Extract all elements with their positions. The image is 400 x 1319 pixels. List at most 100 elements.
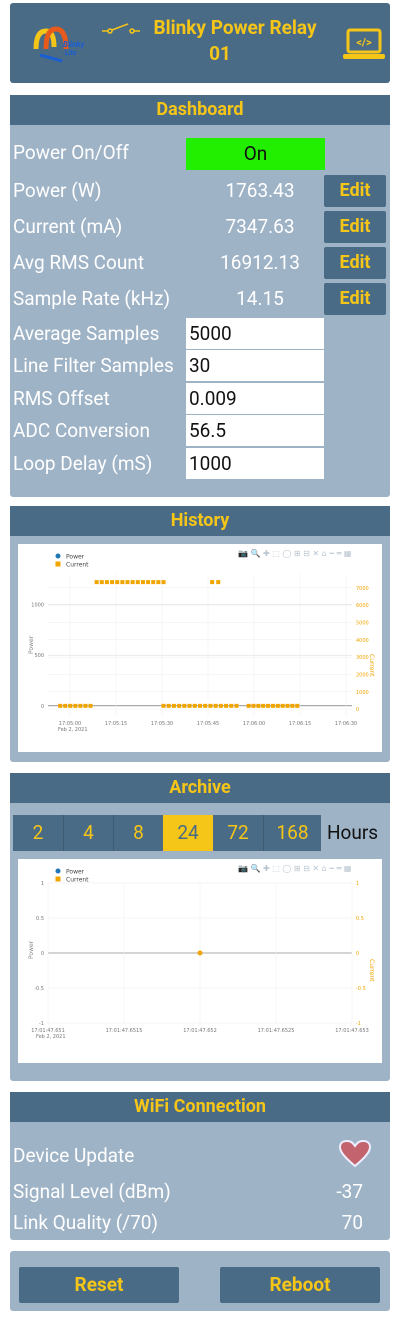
history-point: [251, 703, 256, 708]
history-point: [256, 703, 261, 708]
archive-points: [197, 950, 203, 956]
svg-text:📷 🔍 ✚ ⬚ ◯ ⊞ ⊟ ✕ ⌂ ┅ ═ ▦: 📷 🔍 ✚ ⬚ ◯ ⊞ ⊟ ✕ ⌂ ┅ ═ ▦: [238, 548, 352, 558]
wifi-label: Link Quality (/70): [13, 1211, 159, 1234]
hour-button-8[interactable]: 8: [113, 815, 163, 851]
archive-chart[interactable]: 📷 🔍 ✚ ⬚ ◯ ⊞ ⊟ ✕ ⌂ ┅ ═ ▦ Power Current -1…: [18, 859, 382, 1063]
history-point: [229, 703, 234, 708]
history-point: [177, 703, 182, 708]
wifi-label: Signal Level (dBm): [13, 1180, 171, 1203]
history-point: [171, 703, 176, 708]
history-point: [290, 703, 295, 708]
edit-power-button[interactable]: Edit: [324, 175, 386, 207]
dashboard-panel: Dashboard Power On/Off On Power (W) 1763…: [10, 95, 390, 497]
chart-toolbar[interactable]: 📷 🔍 ✚ ⬚ ◯ ⊞ ⊟ ✕ ⌂ ┅ ═ ▦: [238, 863, 352, 873]
hour-button-24[interactable]: 24: [163, 815, 213, 851]
history-point: [140, 580, 145, 585]
adc-conversion-input[interactable]: [186, 415, 324, 446]
history-point: [208, 703, 213, 708]
readout-value: 1763.43: [225, 179, 295, 202]
average-samples-input[interactable]: [186, 318, 324, 349]
x-tick-label: 17:06:00: [243, 721, 265, 727]
loop-delay-input[interactable]: [186, 448, 324, 479]
x-tick-label: 17:01:47.6515: [106, 1028, 143, 1034]
history-point: [125, 580, 130, 585]
input-label: Line Filter Samples: [13, 354, 174, 377]
readout-row-avg-rms: Avg RMS Count 16912.13 Edit: [10, 247, 390, 279]
history-y-label: Power: [28, 635, 35, 654]
power-toggle-label: Power On/Off: [13, 141, 129, 164]
history-point: [161, 703, 166, 708]
hour-button-72[interactable]: 72: [213, 815, 263, 851]
history-point: [73, 703, 78, 708]
readout-row-current: Current (mA) 7347.63 Edit: [10, 211, 390, 243]
x-tick-label: 17:06:15: [289, 721, 311, 727]
hour-button-4[interactable]: 4: [63, 815, 113, 851]
history-point: [135, 580, 140, 585]
history-point: [78, 703, 83, 708]
chart-toolbar[interactable]: 📷 🔍 ✚ ⬚ ◯ ⊞ ⊟ ✕ ⌂ ┅ ═ ▦: [238, 548, 352, 558]
history-point: [275, 703, 280, 708]
history-chart[interactable]: 📷 🔍 ✚ ⬚ ◯ ⊞ ⊟ ✕ ⌂ ┅ ═ ▦ Power Current 0 5…: [18, 544, 382, 752]
archive-panel: Archive 2 4 8 24 72 168 Hours 📷 🔍 ✚ ⬚ ◯ …: [10, 773, 390, 1081]
wifi-row-signal-level: Signal Level (dBm) -37: [13, 1180, 385, 1203]
svg-text:📷 🔍 ✚ ⬚ ◯ ⊞ ⊟ ✕ ⌂ ┅ ═ ▦: 📷 🔍 ✚ ⬚ ◯ ⊞ ⊟ ✕ ⌂ ┅ ═ ▦: [238, 863, 352, 873]
line-filter-samples-input[interactable]: [186, 350, 324, 381]
title-line-1: Blinky Power Relay: [153, 16, 317, 39]
legend-power-marker: [55, 868, 61, 874]
heart-icon: [339, 1140, 371, 1168]
x-tick-label: Feb 2, 2021: [36, 1034, 66, 1040]
wifi-row-device-update: Device Update: [13, 1140, 385, 1168]
input-label: Loop Delay (mS): [13, 452, 153, 475]
y2-tick-label: -0.5: [356, 986, 366, 992]
reset-button[interactable]: Reset: [19, 1267, 179, 1303]
edit-current-button[interactable]: Edit: [324, 211, 386, 243]
svg-text:</>: </>: [356, 36, 372, 49]
readout-label: Avg RMS Count: [13, 251, 145, 274]
hour-button-2[interactable]: 2: [13, 815, 63, 851]
archive-title: Archive: [10, 773, 390, 803]
link-quality-value: 70: [341, 1211, 363, 1234]
legend-power-label: Power: [66, 554, 85, 561]
y-tick-label: 1: [41, 881, 44, 887]
history-point: [266, 703, 271, 708]
actions-panel: Reset Reboot: [10, 1251, 390, 1311]
input-row-rms-offset: RMS Offset: [10, 383, 390, 415]
hour-button-168[interactable]: 168: [263, 815, 321, 851]
y-tick-label: 0.5: [36, 916, 44, 922]
x-tick-label: 17:01:47.653: [335, 1028, 369, 1034]
y-tick-label: 0: [41, 704, 44, 710]
history-point: [88, 703, 93, 708]
reboot-button[interactable]: Reboot: [220, 1267, 380, 1303]
history-point: [261, 703, 266, 708]
rms-offset-input[interactable]: [186, 383, 324, 414]
edit-sample-rate-button[interactable]: Edit: [324, 283, 386, 315]
y-tick-label: 1000: [31, 602, 44, 608]
signal-level-value: -37: [336, 1180, 363, 1203]
page-title: Blinky Power Relay 01: [102, 15, 338, 67]
history-point: [182, 703, 187, 708]
readout-label: Power (W): [13, 179, 102, 202]
history-point: [151, 580, 156, 585]
history-chart-svg: 📷 🔍 ✚ ⬚ ◯ ⊞ ⊟ ✕ ⌂ ┅ ═ ▦ Power Current 0 5…: [28, 548, 375, 733]
history-point: [213, 703, 218, 708]
x-tick-label: 17:05:45: [197, 721, 219, 727]
input-row-line-filter: Line Filter Samples: [10, 350, 390, 382]
history-point: [115, 580, 120, 585]
hours-label: Hours: [327, 821, 379, 844]
y-tick-label: 0: [41, 951, 44, 957]
history-point: [130, 580, 135, 585]
history-point: [68, 703, 73, 708]
laptop-code-icon[interactable]: </>: [342, 28, 386, 62]
history-ticks: 0 500 1000 0 1000 2000 3000 4000 5000 6000 7000 17:…: [31, 586, 368, 733]
history-point: [216, 580, 221, 585]
power-toggle-button[interactable]: On: [186, 138, 325, 170]
wifi-panel: WiFi Connection Device Update Signal Lev…: [10, 1092, 390, 1240]
history-point: [161, 580, 166, 585]
legend-current-marker: [55, 561, 61, 567]
svg-text:Lite: Lite: [65, 49, 77, 57]
edit-avg-rms-button[interactable]: Edit: [324, 247, 386, 279]
history-point: [187, 703, 192, 708]
history-point: [246, 703, 251, 708]
title-line-2: 01: [209, 42, 231, 65]
history-point: [234, 703, 239, 708]
